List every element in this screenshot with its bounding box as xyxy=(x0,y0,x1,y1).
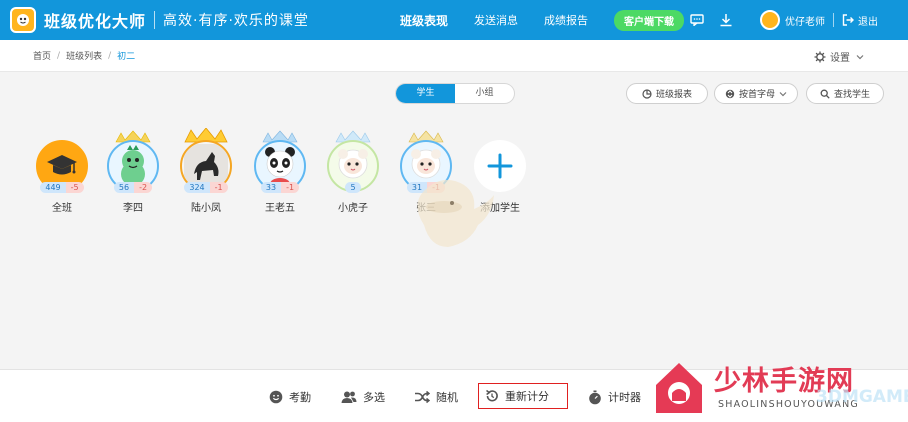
app-slogan: 高效·有序·欢乐的课堂 xyxy=(163,13,309,29)
score-badge: 56 xyxy=(113,182,135,193)
breadcrumb-current-class: 初二 xyxy=(117,52,136,62)
student-card[interactable]: 5 小虎子 xyxy=(318,128,388,214)
breadcrumb-home[interactable]: 首页 xyxy=(33,49,51,62)
chevron-down-icon xyxy=(779,91,787,96)
minus-badge: -5 xyxy=(65,182,84,193)
student-name: 全班 xyxy=(52,203,72,214)
score-badge: 5 xyxy=(345,182,361,193)
main-nav: 班级表现 发送消息 成绩报告 客户端下载 xyxy=(400,0,685,40)
score-badge: 324 xyxy=(184,182,210,193)
student-card[interactable]: 56 -2 李四 xyxy=(98,128,168,214)
pie-chart-icon xyxy=(642,88,652,99)
house-logo-icon xyxy=(656,363,702,413)
timer-icon xyxy=(589,390,601,404)
student-name: 陆小凤 xyxy=(191,203,221,214)
sort-icon xyxy=(725,89,735,98)
sort-dropdown[interactable]: 按首字母 xyxy=(714,83,798,104)
class-report-label: 班级报表 xyxy=(655,90,692,100)
multi-select-button[interactable]: 多选 xyxy=(341,384,385,410)
view-toggle: 学生 小组 xyxy=(395,83,515,104)
class-report-button[interactable]: 班级报表 xyxy=(626,83,708,104)
title-divider xyxy=(154,11,156,29)
random-button[interactable]: 随机 xyxy=(414,384,458,410)
site-watermark: 少林手游网 SHAOLINSHOUYOUWANG 3DMGAME xyxy=(648,355,908,422)
user-avatar xyxy=(760,10,780,30)
top-navigation-bar: 班级优化大师 高效·有序·欢乐的课堂 班级表现 发送消息 成绩报告 客户端下载 … xyxy=(0,0,908,40)
gear-icon xyxy=(814,51,826,62)
logout-button[interactable]: 退出 xyxy=(842,13,878,28)
client-download-button[interactable]: 客户端下载 xyxy=(614,9,685,31)
reset-score-button[interactable]: 重新计分 xyxy=(478,383,568,409)
nav-send-message[interactable]: 发送消息 xyxy=(474,12,518,28)
user-menu[interactable]: 优仔老师 退出 xyxy=(760,0,878,40)
tab-groups[interactable]: 小组 xyxy=(455,84,514,103)
user-name: 优仔老师 xyxy=(785,16,825,28)
score-badge: 33 xyxy=(260,182,282,193)
breadcrumb-separator: / xyxy=(57,50,61,61)
download-icon[interactable] xyxy=(718,12,734,28)
student-card[interactable]: 324 -1 陆小凤 xyxy=(171,128,241,214)
app-logo-icon xyxy=(10,7,36,33)
breadcrumb-class-list[interactable]: 班级列表 xyxy=(66,49,102,62)
minus-badge: -1 xyxy=(281,182,300,193)
breadcrumb: 首页 / 班级列表 / 初二 设置 xyxy=(0,40,908,72)
minus-badge: -1 xyxy=(209,182,228,193)
shuffle-icon xyxy=(415,390,430,404)
timer-button[interactable]: 计时器 xyxy=(588,384,641,410)
user-divider xyxy=(833,13,834,27)
nav-class-performance[interactable]: 班级表现 xyxy=(400,12,448,29)
sort-label: 按首字母 xyxy=(738,90,775,100)
find-student-button[interactable]: 查找学生 xyxy=(806,83,884,104)
smile-icon xyxy=(269,390,283,404)
app-title: 班级优化大师 xyxy=(44,12,147,31)
breadcrumb-separator: / xyxy=(108,50,112,61)
reset-icon xyxy=(486,389,498,402)
multi-select-label: 多选 xyxy=(363,391,385,404)
reset-score-label: 重新计分 xyxy=(505,390,549,403)
minus-badge: -2 xyxy=(134,182,153,193)
student-card[interactable]: 33 -1 王老五 xyxy=(245,128,315,214)
student-card-whole-class[interactable]: 449 -5 全班 xyxy=(27,128,97,214)
student-name: 王老五 xyxy=(265,203,295,214)
attendance-label: 考勤 xyxy=(289,391,311,404)
find-student-label: 查找学生 xyxy=(833,90,870,100)
nav-grade-report[interactable]: 成绩报告 xyxy=(544,12,588,28)
settings-dropdown[interactable]: 设置 xyxy=(814,49,864,64)
chevron-down-icon xyxy=(856,54,864,59)
attendance-button[interactable]: 考勤 xyxy=(269,384,311,410)
watermark-overlay: 3DMGAME xyxy=(816,387,908,407)
users-icon xyxy=(341,391,357,403)
score-badge: 449 xyxy=(40,182,66,193)
search-icon xyxy=(820,89,830,99)
mascot-watermark-icon xyxy=(417,179,494,247)
student-name: 李四 xyxy=(123,203,143,214)
settings-label: 设置 xyxy=(830,53,850,64)
student-name: 小虎子 xyxy=(338,203,368,214)
logout-icon xyxy=(842,14,854,26)
timer-label: 计时器 xyxy=(608,391,641,404)
random-label: 随机 xyxy=(436,391,458,404)
message-icon[interactable] xyxy=(689,12,705,28)
tab-students[interactable]: 学生 xyxy=(396,84,455,103)
logout-label: 退出 xyxy=(858,16,878,28)
